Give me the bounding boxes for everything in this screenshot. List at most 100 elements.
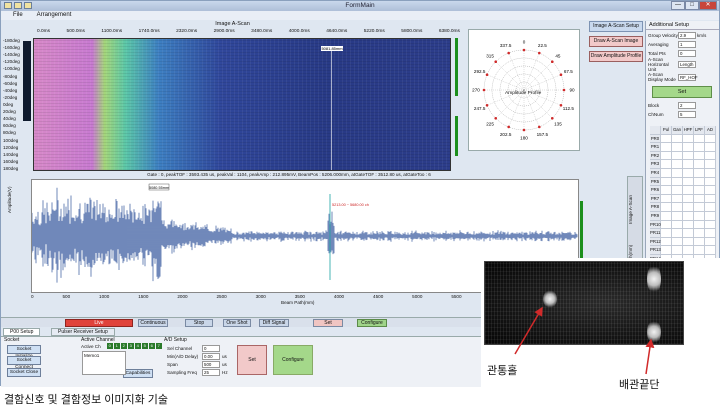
pulser-table-header-cell[interactable] — [650, 126, 661, 134]
live-button[interactable]: Live — [65, 319, 133, 327]
table-row[interactable]: PR3 — [650, 160, 716, 169]
side-tab-image-ascan[interactable]: Image A-Scan — [628, 195, 633, 224]
table-row[interactable]: PR13 — [650, 246, 716, 255]
pulser-cell[interactable] — [694, 134, 705, 143]
socket-close-button[interactable]: Socket Close — [7, 368, 41, 377]
pulser-cell[interactable] — [694, 151, 705, 160]
pulser-cell[interactable] — [694, 177, 705, 186]
pulser-cell[interactable] — [705, 160, 716, 168]
channel-checkbox[interactable]: 6 — [149, 343, 155, 349]
control-configure-button[interactable]: Configure — [357, 319, 387, 327]
pulser-table-header-cell[interactable]: AD — [705, 126, 716, 134]
scan-scroll-track[interactable] — [23, 41, 31, 121]
pulser-cell[interactable] — [694, 143, 705, 151]
heatmap-level-bar[interactable] — [455, 38, 458, 96]
chnum-select[interactable]: 5 — [678, 110, 696, 118]
menu-arrangement[interactable]: Arrangement — [37, 11, 72, 20]
image-ascan-setup-button[interactable]: Image A-Scan Setup — [589, 21, 643, 32]
pulser-cell[interactable] — [705, 229, 716, 237]
pulser-cell[interactable] — [705, 246, 716, 254]
pulser-cell[interactable] — [694, 211, 705, 220]
image-scan-heatmap[interactable]: 5081.85mm — [33, 38, 451, 171]
pulser-cell[interactable] — [705, 211, 716, 220]
pulser-table-header-cell[interactable]: LPF — [694, 126, 705, 134]
pulser-cell[interactable] — [683, 134, 694, 143]
pulser-cell[interactable] — [694, 168, 705, 177]
pulser-cell[interactable] — [683, 143, 694, 151]
table-row[interactable]: PR10 — [650, 220, 716, 230]
table-row[interactable]: PR7 — [650, 194, 716, 204]
pulser-cell[interactable] — [672, 246, 683, 254]
pulser-cell[interactable] — [672, 168, 683, 177]
pulser-cell[interactable] — [705, 186, 716, 194]
diff-signal-button[interactable]: Diff Signal — [259, 319, 289, 327]
table-row[interactable]: PR6 — [650, 186, 716, 195]
one-shot-button[interactable]: One Shot — [223, 319, 251, 327]
pulser-cell[interactable] — [694, 237, 705, 246]
minimize-button[interactable]: — — [671, 1, 685, 10]
stop-button[interactable]: Stop — [185, 319, 213, 327]
pulser-cell[interactable] — [672, 211, 683, 220]
total-pts-input[interactable]: 0 — [678, 49, 696, 57]
table-row[interactable]: PR12 — [650, 237, 716, 247]
ad-set-button[interactable]: Set — [237, 345, 267, 375]
pulser-cell[interactable] — [661, 211, 672, 220]
pulser-cell[interactable] — [661, 160, 672, 168]
table-row[interactable]: PR8 — [650, 203, 716, 212]
pulser-cell[interactable] — [661, 203, 672, 211]
heatmap-level-bar-lower[interactable] — [455, 116, 458, 156]
tab-p00-setup[interactable]: P00 Setup — [3, 328, 41, 336]
table-row[interactable]: PR1 — [650, 143, 716, 152]
pulser-cell[interactable] — [694, 194, 705, 203]
pulser-cell[interactable] — [661, 246, 672, 254]
pulser-cell[interactable] — [683, 186, 694, 194]
pulser-cell[interactable] — [672, 220, 683, 229]
pulser-cell[interactable] — [705, 134, 716, 143]
pulser-cell[interactable] — [661, 134, 672, 143]
pulser-cell[interactable] — [672, 134, 683, 143]
pulser-cell[interactable] — [705, 168, 716, 177]
draw-ascan-image-button[interactable]: Draw A-Scan Image — [589, 36, 643, 47]
pulser-cell[interactable] — [683, 168, 694, 177]
pulser-cell[interactable] — [683, 203, 694, 211]
socket-connect-button[interactable]: Socket Connect — [7, 356, 41, 370]
pulser-cell[interactable] — [661, 151, 672, 160]
pulser-cell[interactable] — [661, 143, 672, 151]
pulser-cell[interactable] — [705, 194, 716, 203]
sampling-freq-select[interactable]: 25 — [202, 369, 220, 376]
pulser-cell[interactable] — [683, 246, 694, 254]
channel-checkbox[interactable]: 5 — [142, 343, 148, 349]
additional-set-button[interactable]: Set — [652, 86, 712, 98]
pulser-cell[interactable] — [683, 220, 694, 229]
pulser-cell[interactable] — [683, 237, 694, 246]
channel-checkbox[interactable]: 0 — [107, 343, 113, 349]
pulser-cell[interactable] — [683, 229, 694, 237]
pulser-cell[interactable] — [672, 203, 683, 211]
pulser-cell[interactable] — [683, 194, 694, 203]
pulser-cell[interactable] — [672, 151, 683, 160]
pulser-cell[interactable] — [672, 160, 683, 168]
memo-box[interactable]: Memo1 — [82, 351, 126, 375]
capabilities-button[interactable]: Capabilities — [123, 369, 153, 378]
horizontal-unit-select[interactable]: Length — [678, 60, 696, 68]
pulser-cell[interactable] — [705, 237, 716, 246]
table-row[interactable]: PR2 — [650, 151, 716, 161]
pulser-table-header-cell[interactable]: Gan — [672, 126, 683, 134]
pulser-cell[interactable] — [705, 203, 716, 211]
group-velocity-input[interactable]: 2.9 — [678, 31, 696, 39]
table-row[interactable]: PR4 — [650, 168, 716, 178]
channel-checkbox[interactable]: 3 — [128, 343, 134, 349]
table-row[interactable]: PR5 — [650, 177, 716, 187]
pulser-cell[interactable] — [672, 237, 683, 246]
pulser-cell[interactable] — [661, 168, 672, 177]
control-set-button[interactable]: Set — [313, 319, 343, 327]
pulser-cell[interactable] — [694, 186, 705, 194]
pulser-cell[interactable] — [672, 177, 683, 186]
menu-file[interactable]: File — [13, 11, 23, 20]
ascan-level-bar[interactable] — [580, 201, 583, 261]
table-row[interactable]: PR11 — [650, 229, 716, 238]
pulser-cell[interactable] — [705, 151, 716, 160]
socket-initialize-button[interactable]: Socket Initialize — [7, 345, 41, 359]
averaging-input[interactable]: 1 — [678, 40, 696, 48]
pulser-cell[interactable] — [661, 237, 672, 246]
